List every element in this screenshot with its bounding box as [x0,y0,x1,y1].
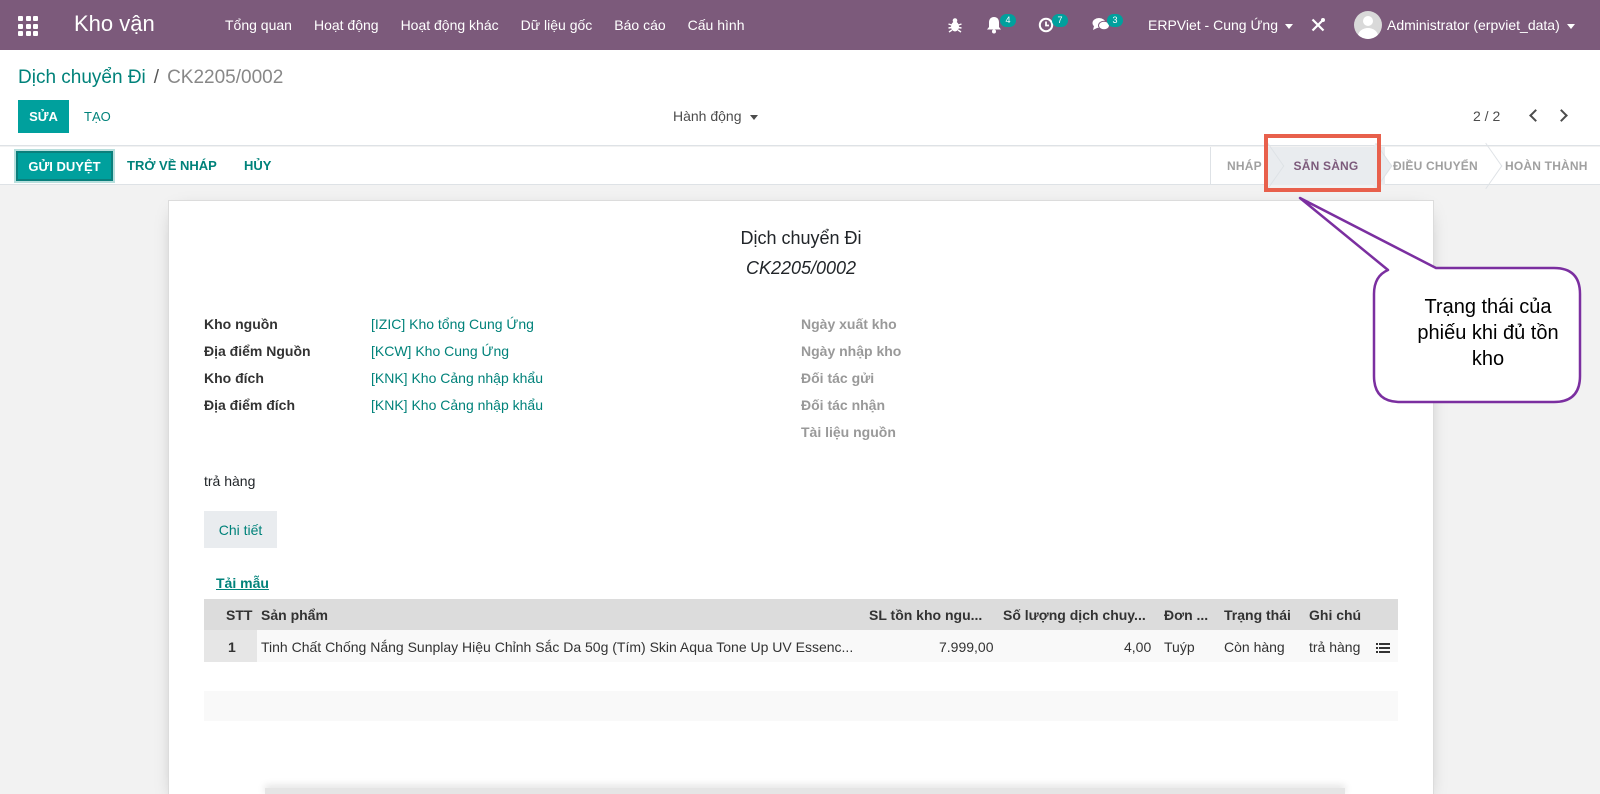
destination-location-link[interactable]: [KNK] Kho Cảng nhập khẩu [371,397,543,413]
breadcrumb-separator: / [153,67,160,88]
destination-location-label: Địa điểm đích [204,397,296,413]
control-panel: Dịch chuyển Đi / CK2205/0002 SỬA TẠO Hành … [0,50,1600,146]
sheet-bottom-shadow [265,788,1345,794]
column-header-move-qty[interactable]: Số lượng dịch chuy... [1003,607,1146,623]
source-document-label: Tài liệu nguồn [801,424,896,440]
submit-approval-button[interactable]: GỬI DUYỆT [16,151,113,181]
notifications-badge: 4 [1000,14,1016,27]
detail-tab-button[interactable]: Chi tiết [204,511,277,548]
column-header-stock-qty[interactable]: SL tồn kho ngu... [869,607,982,623]
download-template-link[interactable]: Tải mẫu [216,575,269,591]
action-dropdown-label: Hành động [673,108,742,124]
column-header-note[interactable]: Ghi chú [1309,607,1361,623]
column-header-uom[interactable]: Đơn ... [1164,607,1208,623]
stage-done[interactable]: HOÀN THÀNH [1505,147,1588,185]
pager-value[interactable]: 2 / 2 [1473,108,1500,124]
app-brand[interactable]: Kho vận [74,11,155,37]
report-title: Dịch chuyển Đi [740,228,862,248]
chevron-right-icon [1555,109,1568,122]
column-header-status[interactable]: Trạng thái [1224,607,1291,623]
apps-menu-icon[interactable] [18,16,38,36]
breadcrumb-parent-link[interactable]: Dịch chuyển Đi [18,67,146,88]
menu-item-master-data[interactable]: Dữ liệu gốc [521,17,593,33]
form-sheet: Dịch chuyển Đi CK2205/0002 Kho nguồn [IZ… [168,200,1434,794]
cancel-button[interactable]: HỦY [244,158,271,173]
receipt-date-label: Ngày nhập kho [801,343,902,359]
debug-bug-icon[interactable] [948,17,962,33]
receiver-partner-label: Đối tác nhận [801,397,886,413]
menu-item-overview[interactable]: Tổng quan [225,17,292,33]
row-details-list-icon[interactable] [1376,643,1390,653]
issue-date-label: Ngày xuất kho [801,316,897,332]
top-navbar: Kho vận Tổng quan Hoạt động Hoạt động kh… [0,0,1600,50]
activities-badge: 7 [1052,14,1068,27]
table-header: STT Sản phẩm SL tồn kho ngu... Số lượng … [204,599,1398,630]
row-note: trả hàng [1309,639,1361,655]
breadcrumb-current: CK2205/0002 [167,67,284,88]
annotation-callout-text: Trạng thái của phiếu khi đủ tồn kho [1417,296,1559,370]
menu-item-other-operations[interactable]: Hoạt động khác [401,17,499,33]
row-uom: Tuýp [1164,639,1195,655]
sender-partner-label: Đối tác gửi [801,370,875,386]
breadcrumb: Dịch chuyển Đi / CK2205/0002 [18,67,283,89]
source-location-link[interactable]: [KCW] Kho Cung Ứng [371,343,509,359]
stage-arrow [1485,147,1486,185]
chevron-down-icon [1566,23,1575,29]
tools-icon[interactable] [1311,18,1325,32]
source-warehouse-label: Kho nguồn [204,316,278,332]
row-move-qty: 4,00 [1124,639,1152,655]
user-name: Administrator (erpviet_data) [1387,17,1560,33]
chevron-down-icon [1285,23,1293,29]
pager-previous-button[interactable] [1527,108,1542,124]
back-to-draft-button[interactable]: TRỞ VỀ NHÁP [127,158,217,173]
transfer-reference: CK2205/0002 [745,258,857,278]
create-button[interactable]: TẠO [84,109,111,124]
action-dropdown[interactable]: Hành động [673,108,758,124]
destination-warehouse-label: Kho đích [204,370,264,386]
table-row[interactable]: 1 Tinh Chất Chống Nắng Sunplay Hiệu Chỉn… [204,630,1398,662]
active-stage-highlight [1264,134,1381,192]
company-name: ERPViet - Cung Ứng [1148,17,1278,33]
chevron-down-icon [749,114,758,120]
transfer-note: trả hàng [204,473,256,489]
column-header-product[interactable]: Sản phẩm [261,607,328,623]
empty-table-row [204,691,1398,721]
destination-warehouse-link[interactable]: [KNK] Kho Cảng nhập khẩu [371,370,543,386]
row-stock-qty: 7.999,00 [939,639,994,655]
menu-item-configuration[interactable]: Cấu hình [688,17,745,33]
user-menu[interactable]: Administrator (erpviet_data) [1387,17,1575,33]
pager-next-button[interactable] [1555,108,1571,124]
menu-item-operations[interactable]: Hoạt động [314,17,379,33]
source-warehouse-link[interactable]: [IZIC] Kho tổng Cung Ứng [371,316,534,332]
column-header-stt[interactable]: STT [226,607,252,623]
edit-button[interactable]: SỬA [18,100,69,133]
menu-item-reports[interactable]: Báo cáo [614,17,665,33]
messages-badge: 3 [1107,14,1123,27]
row-stt: 1 [228,639,236,655]
stage-transfer[interactable]: ĐIỀU CHUYỂN [1393,147,1478,185]
chevron-left-icon [1529,109,1542,122]
user-avatar[interactable] [1354,11,1382,39]
main-menu: Tổng quan Hoạt động Hoạt động khác Dữ li… [225,0,766,50]
row-product: Tinh Chất Chống Nắng Sunplay Hiệu Chỉnh … [261,639,854,655]
row-status: Còn hàng [1224,639,1285,655]
source-location-label: Địa điểm Nguồn [204,343,311,359]
company-switcher[interactable]: ERPViet - Cung Ứng [1148,17,1293,33]
